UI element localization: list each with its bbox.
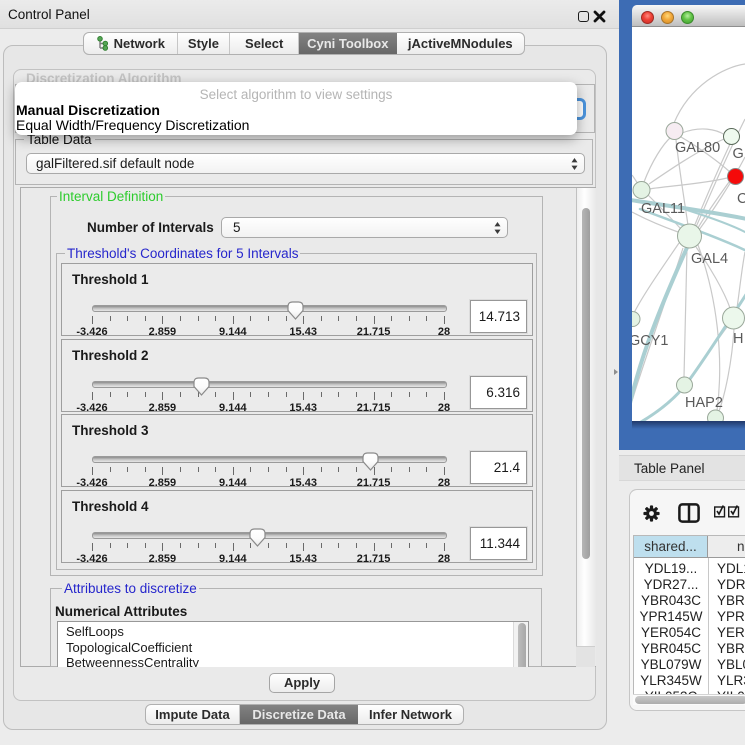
svg-text:C: C: [737, 191, 745, 207]
svg-text:GAL80: GAL80: [675, 140, 720, 156]
svg-text:H: H: [733, 331, 743, 347]
svg-text:G.: G.: [733, 146, 745, 162]
svg-text:GAL11: GAL11: [641, 201, 685, 217]
svg-text:HAP2: HAP2: [685, 395, 723, 411]
svg-text:GCY1: GCY1: [632, 333, 669, 349]
svg-text:GAL4: GAL4: [691, 251, 728, 267]
